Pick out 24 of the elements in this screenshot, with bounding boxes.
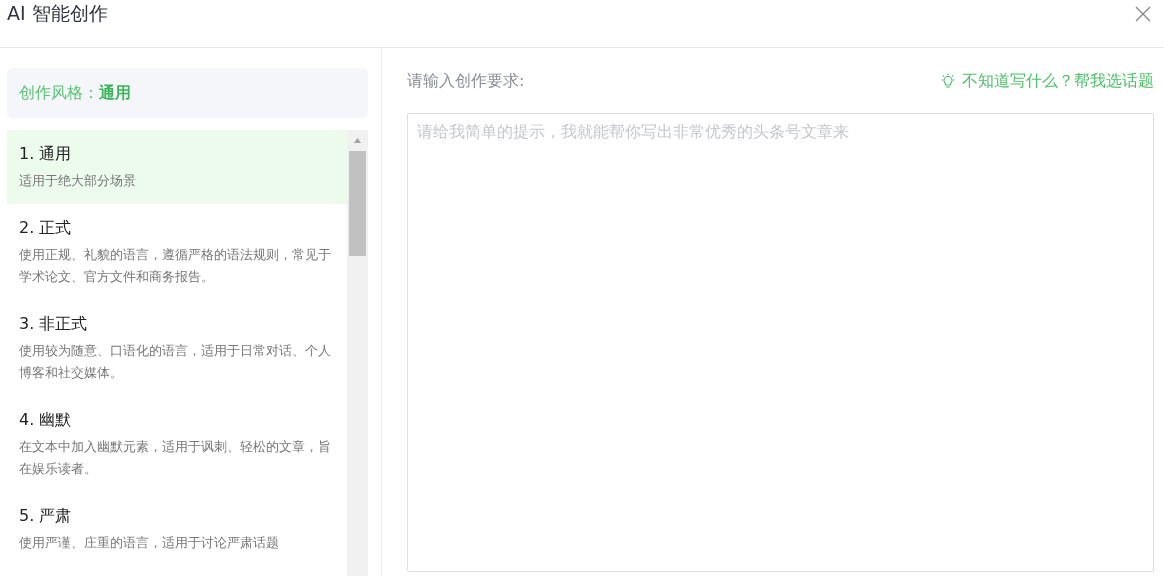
scrollbar[interactable]: [347, 130, 368, 576]
style-option[interactable]: 5. 严肃 使用严谨、庄重的语言，适用于讨论严肃话题: [7, 492, 347, 566]
style-description: 使用正规、礼貌的语言，遵循严格的语法规则，常见于学术论文、官方文件和商务报告。: [19, 246, 332, 286]
style-title: 5. 严肃: [19, 505, 73, 527]
style-value: 通用: [99, 82, 131, 104]
style-title: 4. 幽默: [19, 409, 73, 431]
prompt-input[interactable]: 请给我简单的提示，我就能帮你写出非常优秀的头条号文章来: [407, 113, 1154, 572]
style-option[interactable]: 3. 非正式 使用较为随意、口语化的语言，适用于日常对话、个人博客和社交媒体。: [7, 300, 347, 396]
style-description: 适用于绝大部分场景: [19, 172, 137, 190]
style-option[interactable]: 1. 通用 适用于绝大部分场景: [7, 130, 347, 204]
lightbulb-icon: [940, 73, 956, 89]
prompt-label: 请输入创作要求:: [407, 70, 525, 92]
style-title: 3. 非正式: [19, 313, 89, 335]
style-option[interactable]: 4. 幽默 在文本中加入幽默元素，适用于讽刺、轻松的文章，旨在娱乐读者。: [7, 396, 347, 492]
style-label: 创作风格：: [19, 82, 99, 104]
style-option[interactable]: 2. 正式 使用正规、礼貌的语言，遵循严格的语法规则，常见于学术论文、官方文件和商务报告。: [7, 204, 347, 300]
style-title: 2. 正式: [19, 217, 73, 239]
style-description: 使用较为随意、口语化的语言，适用于日常对话、个人博客和社交媒体。: [19, 342, 332, 382]
dialog-title: AI 智能创作: [7, 0, 108, 26]
style-title: 1. 通用: [19, 143, 73, 165]
close-icon: [1134, 4, 1152, 23]
style-description: 使用严谨、庄重的语言，适用于讨论严肃话题: [19, 534, 280, 552]
style-description: 在文本中加入幽默元素，适用于讽刺、轻松的文章，旨在娱乐读者。: [19, 438, 332, 478]
close-button[interactable]: [1134, 4, 1152, 23]
